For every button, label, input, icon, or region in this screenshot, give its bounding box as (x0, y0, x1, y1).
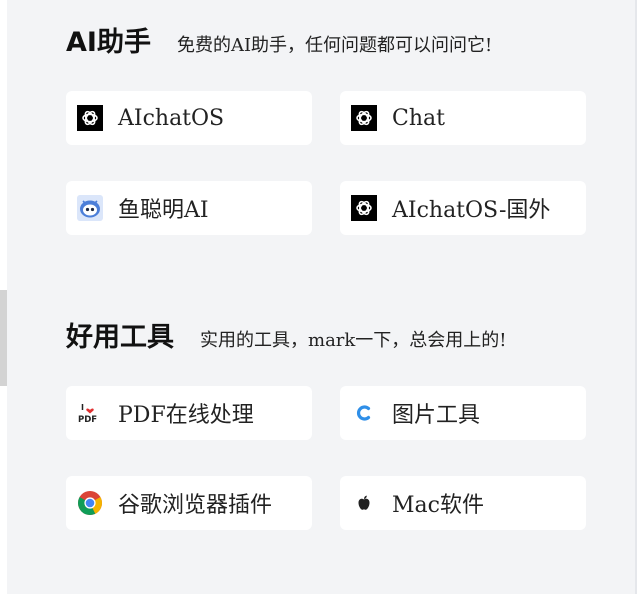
apple-icon (351, 490, 377, 516)
svg-text:PDF: PDF (78, 415, 97, 425)
link-card-image-tools[interactable]: 图片工具 (340, 386, 586, 440)
ai-section-header: AI助手 免费的AI助手，任何问题都可以问问它! (66, 20, 492, 59)
scrollbar-thumb[interactable] (0, 290, 7, 386)
link-card-label: 谷歌浏览器插件 (118, 493, 273, 518)
openai-icon (351, 195, 377, 221)
fish-robot-icon (77, 195, 103, 221)
ai-section-subtitle: 免费的AI助手，任何问题都可以问问它! (176, 35, 493, 56)
ai-section-title: AI助手 (66, 27, 151, 58)
link-card-yucongming[interactable]: 鱼聪明AI (66, 181, 312, 235)
tools-section-subtitle: 实用的工具，mark一下，总会用上的! (200, 330, 507, 351)
page: AI助手 免费的AI助手，任何问题都可以问问它! AIchatOS Chat 鱼… (0, 0, 637, 594)
link-card-mac-software[interactable]: Mac软件 (340, 476, 586, 530)
openai-icon (351, 105, 377, 131)
link-card-aichatos-overseas[interactable]: AIchatOS-国外 (340, 181, 586, 235)
chrome-icon (77, 490, 103, 516)
tools-section-title: 好用工具 (66, 322, 174, 353)
image-tool-icon (351, 400, 377, 426)
ilovepdf-icon: I PDF (77, 400, 103, 426)
link-card-label: 鱼聪明AI (118, 198, 209, 223)
link-card-aichatos[interactable]: AIchatOS (66, 91, 312, 145)
link-card-label: 图片工具 (392, 403, 481, 428)
link-card-chat[interactable]: Chat (340, 91, 586, 145)
link-card-chrome-extensions[interactable]: 谷歌浏览器插件 (66, 476, 312, 530)
link-card-label: AIchatOS-国外 (392, 198, 551, 223)
link-card-pdf-online[interactable]: I PDF PDF在线处理 (66, 386, 312, 440)
link-card-label: PDF在线处理 (118, 403, 254, 428)
tools-section-header: 好用工具 实用的工具，mark一下，总会用上的! (66, 315, 507, 354)
openai-icon (77, 105, 103, 131)
svg-text:I: I (81, 403, 84, 412)
link-card-label: Chat (392, 105, 445, 131)
link-card-label: AIchatOS (118, 105, 225, 131)
link-card-label: Mac软件 (392, 493, 484, 518)
